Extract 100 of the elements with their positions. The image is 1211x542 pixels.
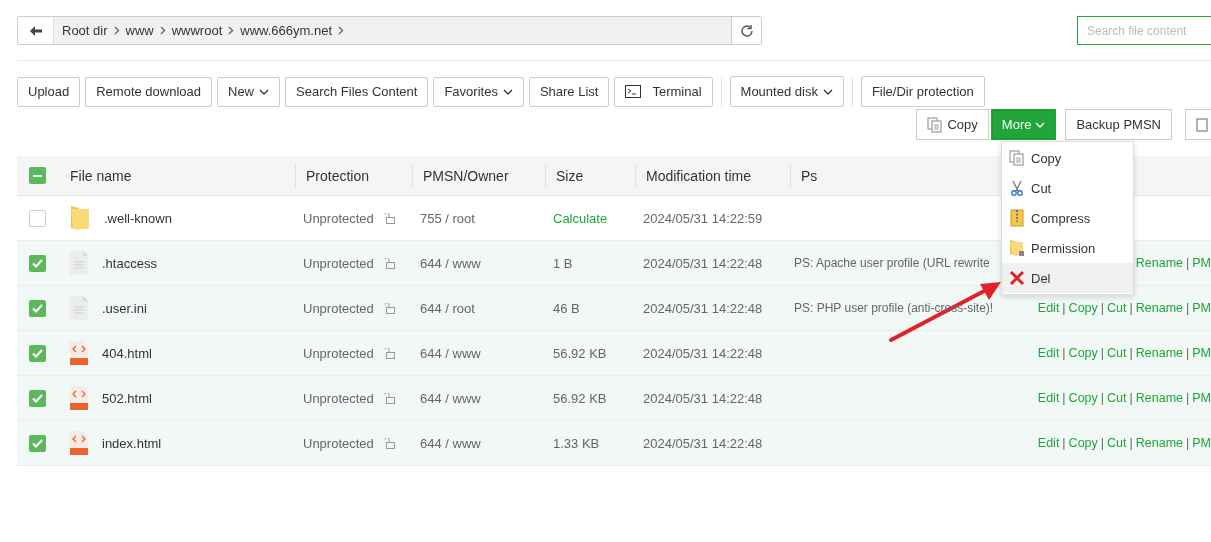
modification-time: 2024/05/31 14:22:48 xyxy=(642,435,763,451)
row-checkbox[interactable] xyxy=(29,209,46,227)
file-name[interactable]: 404.html xyxy=(102,345,152,361)
row-checkbox[interactable] xyxy=(29,434,46,452)
page-icon xyxy=(1196,117,1208,132)
file-size: 1.33 KB xyxy=(552,435,600,451)
toolbar-button[interactable]: Terminal xyxy=(614,76,713,107)
modification-time: 2024/05/31 14:22:48 xyxy=(642,345,763,361)
refresh-icon xyxy=(739,23,754,38)
breadcrumb-link[interactable]: www.666ym.net xyxy=(240,23,333,38)
chevron-icon xyxy=(113,26,120,35)
row-checkbox[interactable] xyxy=(29,344,46,362)
back-arrow-icon xyxy=(29,25,42,36)
action-button[interactable]: Backup PMSN xyxy=(1065,109,1172,140)
column-header: Modification time xyxy=(645,166,752,186)
copy-icon xyxy=(1009,150,1025,166)
caret-icon xyxy=(1035,121,1046,128)
protection-status: Unprotected xyxy=(302,300,374,316)
separator-text: | xyxy=(1129,391,1133,405)
separator-text: | xyxy=(1062,346,1066,360)
column-header: PMSN/Owner xyxy=(422,166,509,186)
check-icon xyxy=(32,438,43,448)
select-all-checkbox[interactable] xyxy=(29,167,46,184)
action-button[interactable]: Copy xyxy=(916,109,989,140)
unlocked-lock-icon xyxy=(382,302,395,314)
toolbar-button[interactable]: Upload xyxy=(17,76,81,107)
file-name[interactable]: index.html xyxy=(102,435,162,451)
unlocked-lock-icon xyxy=(382,257,395,269)
document-icon xyxy=(70,296,88,320)
caret-icon xyxy=(259,88,269,95)
breadcrumb-link[interactable]: www xyxy=(125,23,154,38)
menu-item[interactable]: Copy xyxy=(1002,143,1133,173)
permission-owner: 644 / www xyxy=(419,345,481,361)
breadcrumb-link[interactable]: Root dir xyxy=(62,23,108,38)
close-icon xyxy=(1009,270,1025,286)
back-button[interactable] xyxy=(18,17,54,44)
toolbar-button[interactable]: New xyxy=(217,76,280,107)
check-icon xyxy=(32,393,43,403)
menu-item[interactable]: Compress xyxy=(1002,203,1133,233)
chevron-icon xyxy=(228,26,235,35)
column-header: File name xyxy=(69,166,132,186)
breadcrumb-link[interactable]: wwwroot xyxy=(171,23,223,38)
chevron-icon xyxy=(159,26,166,35)
toolbar-button[interactable]: Share List xyxy=(528,76,610,107)
search-field[interactable]: Search file content xyxy=(1077,16,1211,45)
menu-item[interactable]: Del xyxy=(1002,263,1133,293)
unlocked-lock-icon xyxy=(382,347,395,359)
toolbar-button[interactable]: File/Dir protection xyxy=(860,76,985,107)
modification-time: 2024/05/31 14:22:48 xyxy=(642,300,763,316)
html-file-icon xyxy=(70,431,88,455)
refresh-button[interactable] xyxy=(731,17,761,44)
file-size: 46 B xyxy=(552,300,580,316)
separator-text: | xyxy=(1186,391,1190,405)
scissors-icon xyxy=(1009,180,1025,196)
permission-owner: 644 / www xyxy=(419,435,481,451)
modification-time: 2024/05/31 14:22:48 xyxy=(642,390,763,406)
file-name[interactable]: .user.ini xyxy=(102,300,147,316)
menu-item[interactable]: Cut xyxy=(1002,173,1133,203)
modification-time: 2024/05/31 14:22:48 xyxy=(642,255,763,271)
zip-icon xyxy=(1009,209,1025,227)
row-checkbox[interactable] xyxy=(29,254,46,272)
separator-text: | xyxy=(1100,301,1105,315)
caret-icon xyxy=(822,88,833,95)
check-icon xyxy=(32,303,43,313)
unlocked-lock-icon xyxy=(382,392,395,404)
column-header: Ps xyxy=(800,166,818,186)
copy-icon xyxy=(927,116,944,133)
separator-text: | xyxy=(1186,436,1190,450)
html-file-icon xyxy=(70,341,88,365)
file-name[interactable]: .htaccess xyxy=(102,255,157,271)
separator-text: | xyxy=(1062,391,1066,405)
protection-status: Unprotected xyxy=(302,345,374,361)
separator-text: | xyxy=(1100,436,1105,450)
separator-text: | xyxy=(1129,301,1133,315)
chevron-icon xyxy=(338,26,345,35)
folder-icon xyxy=(70,205,90,231)
row-checkbox[interactable] xyxy=(29,389,46,407)
column-header: Size xyxy=(555,166,584,186)
file-size: 56.92 KB xyxy=(552,345,607,361)
separator-text: | xyxy=(1062,301,1066,315)
file-name[interactable]: 502.html xyxy=(102,390,152,406)
toolbar-button[interactable]: Search Files Content xyxy=(285,76,429,107)
caret-icon xyxy=(502,88,513,95)
toolbar-button[interactable]: Favorites xyxy=(433,76,524,107)
protection-status: Unprotected xyxy=(302,435,374,451)
protection-status: Unprotected xyxy=(302,255,374,271)
separator-text: | xyxy=(1129,346,1133,360)
separator-text: | xyxy=(1129,436,1133,450)
document-icon xyxy=(70,251,88,275)
toolbar-button[interactable]: Remote download xyxy=(85,76,212,107)
check-icon xyxy=(32,258,43,268)
column-header: Protection xyxy=(305,166,370,186)
toolbar-button[interactable]: Mounted disk xyxy=(729,76,844,107)
file-name[interactable]: .well-known xyxy=(104,210,172,226)
permission-owner: 755 / root xyxy=(419,210,475,226)
row-checkbox[interactable] xyxy=(29,299,46,317)
separator-text: | xyxy=(1186,301,1190,315)
menu-item[interactable]: Permission xyxy=(1002,233,1133,263)
folder-lock-icon xyxy=(1009,239,1025,257)
unlocked-lock-icon xyxy=(382,437,395,449)
